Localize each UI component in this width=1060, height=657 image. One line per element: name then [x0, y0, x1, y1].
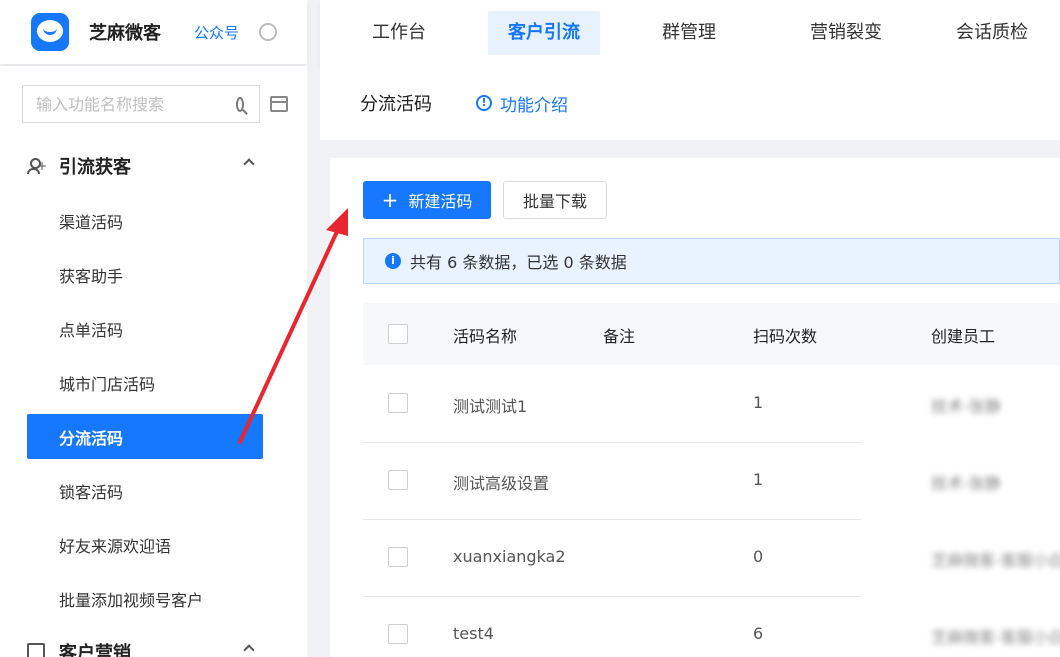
- annotation-arrow: [238, 208, 348, 444]
